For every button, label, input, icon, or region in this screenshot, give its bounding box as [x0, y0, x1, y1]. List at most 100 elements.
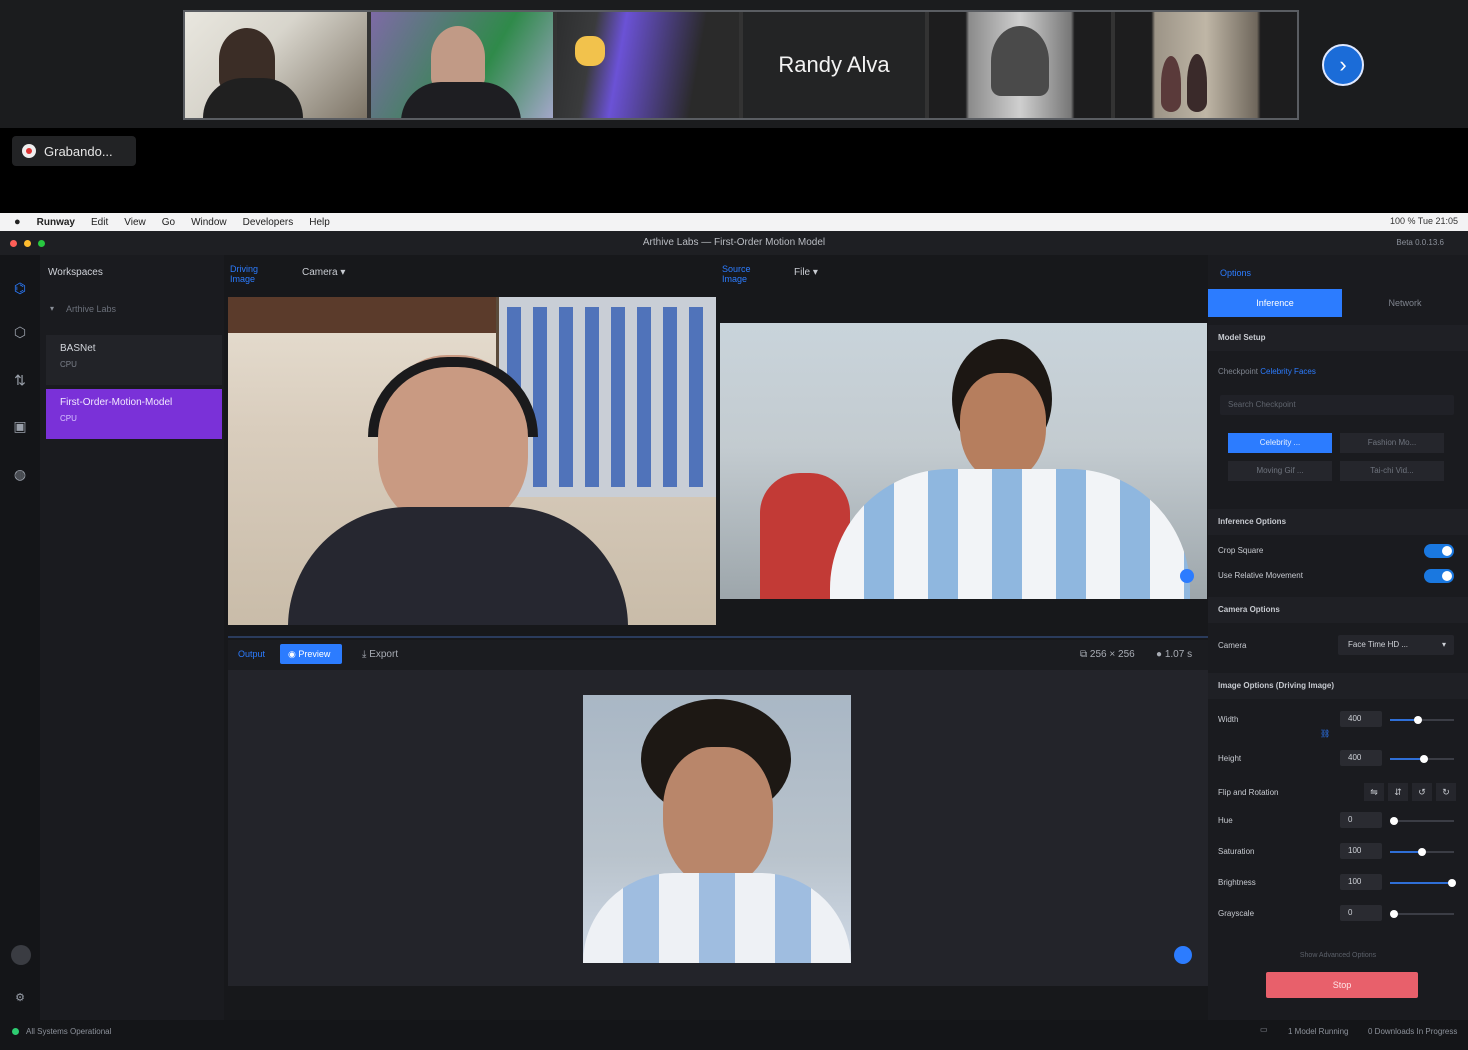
cube-models-icon[interactable]: ⬡	[11, 323, 29, 341]
status-ok-icon	[12, 1028, 19, 1035]
globe-icon[interactable]: ◍	[11, 465, 29, 483]
hue-slider[interactable]	[1390, 817, 1454, 825]
panel-divider	[228, 636, 1208, 638]
width-input[interactable]: 400	[1340, 711, 1382, 727]
camera-select[interactable]: Face Time HD ... ▾	[1338, 635, 1454, 655]
clock-icon: ●	[1156, 649, 1163, 660]
tab-driving-image[interactable]: Driving Image	[230, 264, 270, 284]
slider-knob[interactable]	[1390, 910, 1398, 918]
menu-developers[interactable]: Developers	[243, 217, 294, 228]
flip-horizontal-icon[interactable]: ⇋	[1364, 783, 1384, 801]
slider-knob[interactable]	[1414, 716, 1422, 724]
close-window-button[interactable]	[10, 240, 17, 247]
output-speed-value: 1.07 s	[1164, 649, 1193, 660]
options-panel: Options Inference Network Model Setup Ch…	[1208, 255, 1468, 1020]
settings-icon[interactable]: ⚙	[11, 989, 29, 1007]
zoom-window-button[interactable]	[38, 240, 45, 247]
workspace-icon[interactable]: ⌬	[11, 279, 29, 297]
output-action-icon[interactable]	[1174, 946, 1192, 964]
minimize-window-button[interactable]	[24, 240, 31, 247]
checkpoint-value[interactable]: Celebrity Faces	[1260, 367, 1316, 376]
output-settings-icon[interactable]	[234, 994, 244, 1004]
downloads-progress[interactable]: 0 Downloads In Progress	[1368, 1027, 1457, 1036]
checkpoint-search-input[interactable]: Search Checkpoint	[1220, 395, 1454, 415]
output-size-value: 256 × 256	[1089, 649, 1135, 660]
stop-button[interactable]: Stop	[1266, 972, 1418, 998]
participant-tile-randy-alva[interactable]: Randy Alva	[743, 12, 925, 118]
brightness-input[interactable]: 100	[1340, 874, 1382, 890]
status-bar: All Systems Operational ▭ 1 Model Runnin…	[0, 1020, 1468, 1050]
source-image-header: Source Image File ▾	[720, 260, 1207, 290]
menu-edit[interactable]: Edit	[91, 217, 108, 228]
menu-app-runway[interactable]: Runway	[37, 217, 75, 228]
workspace-folder[interactable]: Arthive Labs	[66, 304, 116, 314]
crop-square-toggle[interactable]	[1424, 544, 1454, 558]
brightness-slider[interactable]	[1390, 879, 1456, 887]
slider-knob[interactable]	[1418, 848, 1426, 856]
caret-down-icon: ▾	[1441, 640, 1446, 649]
grayscale-slider[interactable]	[1390, 910, 1454, 918]
export-icon: ⤓	[362, 649, 367, 660]
menu-view[interactable]: View	[124, 217, 146, 228]
chevron-down-icon[interactable]: ▾	[50, 304, 54, 313]
menu-window[interactable]: Window	[191, 217, 227, 228]
link-aspect-icon[interactable]: ⛓	[1320, 729, 1330, 738]
slider-knob[interactable]	[1448, 879, 1456, 887]
source-file-select[interactable]: File ▾	[794, 267, 818, 278]
player-face	[960, 373, 1046, 481]
participant-video-1[interactable]	[185, 12, 367, 118]
section-camera-options: Camera Options	[1208, 597, 1468, 623]
grayscale-input[interactable]: 0	[1340, 905, 1382, 921]
slider-knob[interactable]	[1420, 755, 1428, 763]
rotate-left-icon[interactable]: ↺	[1412, 783, 1432, 801]
workspace-item-first-order-motion[interactable]: First-Order-Motion-Model CPU	[46, 389, 222, 439]
source-file-value: File	[794, 267, 811, 278]
height-input[interactable]: 400	[1340, 750, 1382, 766]
driving-source-select[interactable]: Camera ▾	[302, 267, 345, 278]
apple-icon[interactable]: ●	[14, 216, 21, 228]
export-button[interactable]: ⤓ Export	[362, 649, 398, 660]
checkpoint-celebrity[interactable]: Celebrity ...	[1228, 433, 1332, 453]
rotate-right-icon[interactable]: ↻	[1436, 783, 1456, 801]
checkpoint-fashion[interactable]: Fashion Mo...	[1340, 433, 1444, 453]
recording-indicator[interactable]: Grabando...	[12, 136, 136, 166]
tab-output[interactable]: Output	[238, 649, 265, 659]
network-icon[interactable]: ⇅	[11, 371, 29, 389]
tab-source-image[interactable]: Source Image	[722, 264, 762, 284]
source-edit-icon[interactable]	[1180, 569, 1194, 583]
participant-video-3[interactable]	[557, 12, 739, 118]
tab-inference[interactable]: Inference	[1208, 289, 1342, 317]
wall-poster	[496, 297, 716, 497]
next-page-button[interactable]: ›	[1322, 44, 1364, 86]
checkpoint-moving-gif[interactable]: Moving Gif ...	[1228, 461, 1332, 481]
saturation-slider[interactable]	[1390, 848, 1454, 856]
brightness-label: Brightness	[1218, 878, 1256, 887]
options-header: Options	[1220, 268, 1252, 278]
height-slider[interactable]	[1390, 755, 1454, 763]
preview-button[interactable]: ◉ Preview	[280, 644, 342, 664]
chevron-right-icon: ›	[1339, 52, 1347, 77]
menu-help[interactable]: Help	[309, 217, 330, 228]
relative-movement-toggle[interactable]	[1424, 569, 1454, 583]
hue-label: Hue	[1218, 816, 1233, 825]
workspace-item-basnet[interactable]: BASNet CPU	[46, 335, 222, 385]
tab-network[interactable]: Network	[1342, 289, 1468, 317]
workspace-panel: Workspaces ▾ Arthive Labs BASNet CPU Fir…	[40, 255, 224, 1020]
width-slider[interactable]	[1390, 716, 1454, 724]
workspace-item-label: First-Order-Motion-Model	[60, 397, 173, 408]
saturation-input[interactable]: 100	[1340, 843, 1382, 859]
trash-icon[interactable]: ▣	[11, 417, 29, 435]
models-running[interactable]: 1 Model Running	[1288, 1027, 1348, 1036]
hue-input[interactable]: 0	[1340, 812, 1382, 828]
user-avatar-icon[interactable]	[11, 945, 31, 965]
participant-video-6[interactable]	[1115, 12, 1297, 118]
participant-video-2[interactable]	[371, 12, 553, 118]
output-toolbar: Output ◉ Preview ⤓ Export ⧉ 256 × 256 ● …	[228, 640, 1208, 670]
chat-icon[interactable]: ▭	[1260, 1025, 1268, 1034]
participant-video-5[interactable]	[929, 12, 1111, 118]
slider-knob[interactable]	[1390, 817, 1398, 825]
menu-go[interactable]: Go	[162, 217, 175, 228]
checkpoint-taichi[interactable]: Tai-chi Vid...	[1340, 461, 1444, 481]
flip-vertical-icon[interactable]: ⇵	[1388, 783, 1408, 801]
show-advanced-options-link[interactable]: Show Advanced Options	[1208, 952, 1468, 959]
